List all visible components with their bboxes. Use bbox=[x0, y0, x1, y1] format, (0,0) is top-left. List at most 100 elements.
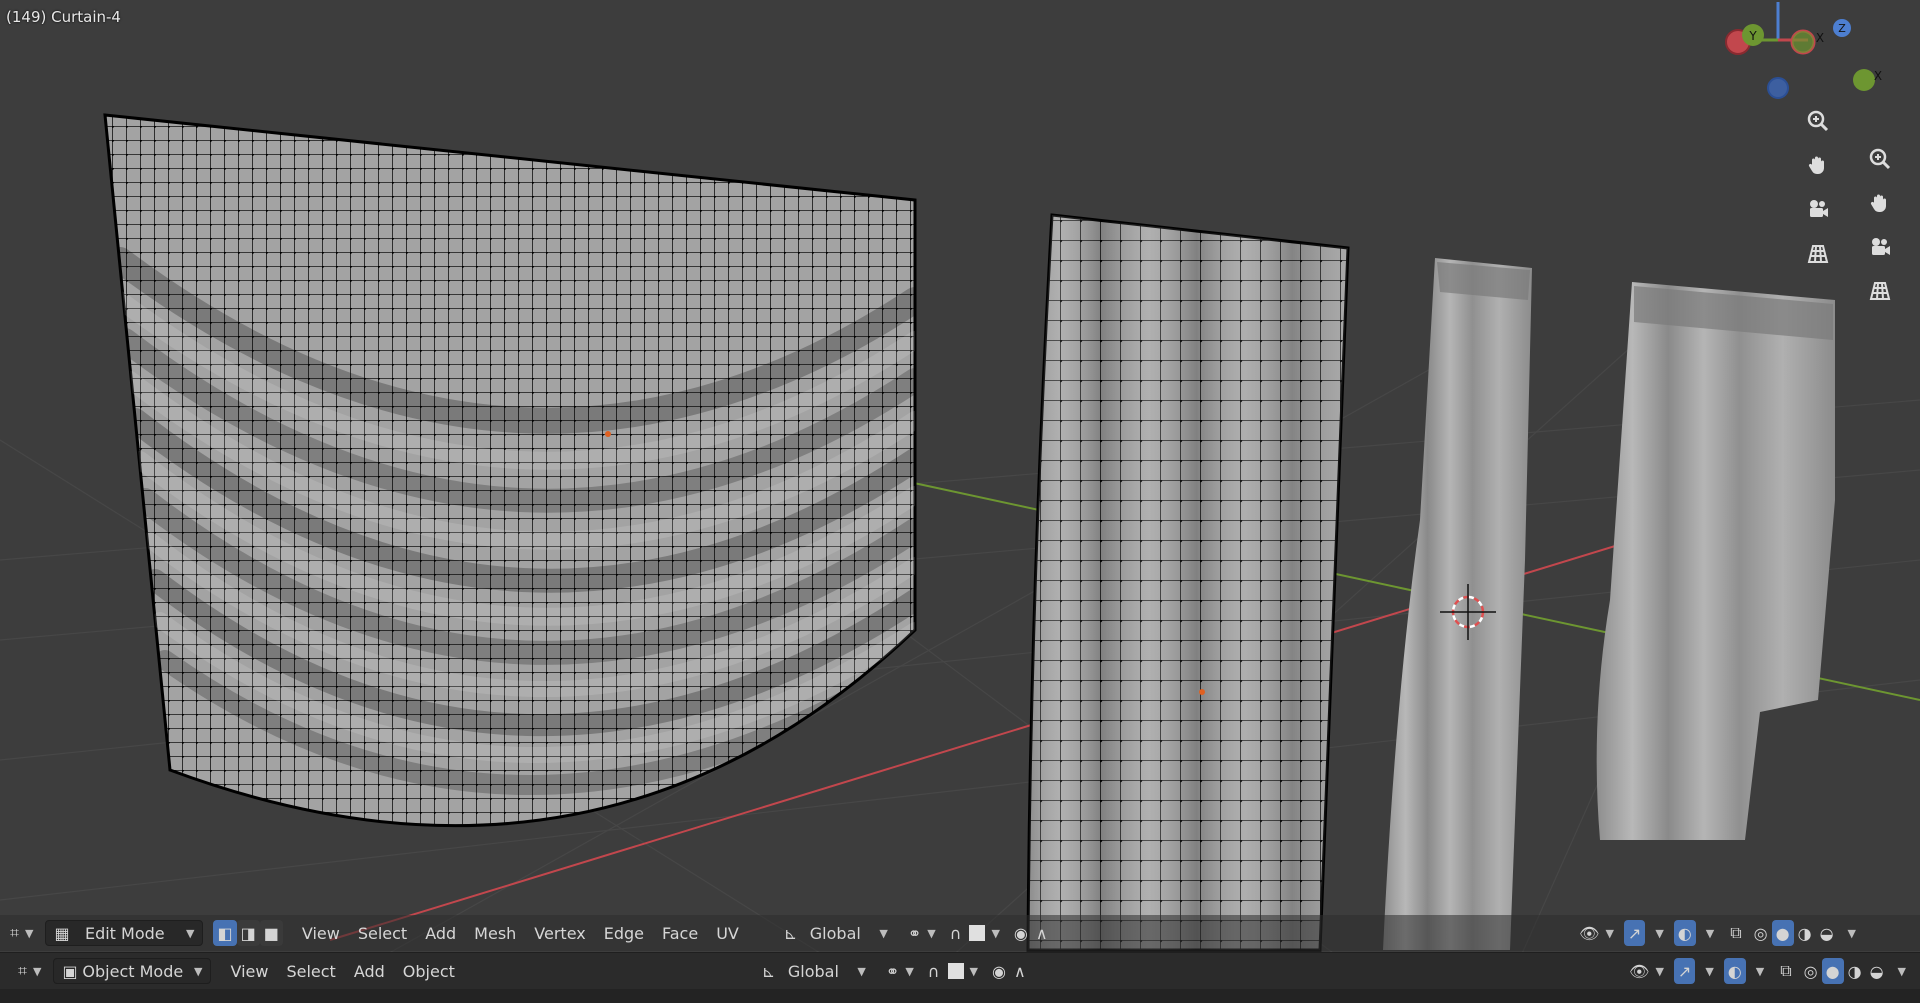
object-xray-toggle[interactable]: ⧉ bbox=[1776, 958, 1795, 984]
object-menu-select[interactable]: Select bbox=[277, 958, 344, 984]
curtain-swag-mesh[interactable] bbox=[103, 113, 917, 828]
object-gizmo-menu[interactable]: ▼ bbox=[1695, 958, 1717, 984]
edge-select-mode-button[interactable]: ◨ bbox=[236, 920, 260, 946]
chevron-down-icon: ▼ bbox=[1605, 926, 1614, 940]
viewport-canvas[interactable]: Y X X Z bbox=[0, 0, 1920, 1003]
navigation-gizmo[interactable]: Y X X Z bbox=[1725, 2, 1882, 99]
overlays-toggle[interactable]: ◐ bbox=[1673, 920, 1696, 946]
chevron-down-icon: ▼ bbox=[1705, 964, 1714, 978]
object-menu-view[interactable]: View bbox=[221, 958, 277, 984]
menu-uv[interactable]: UV bbox=[707, 920, 748, 946]
snap-toggle[interactable]: ∩ bbox=[946, 920, 966, 946]
edge-select-icon: ◨ bbox=[240, 923, 256, 943]
xray-icon: ⧉ bbox=[1730, 923, 1742, 942]
object-shading-material[interactable]: ◑ bbox=[1844, 958, 1866, 984]
chevron-down-icon: ▼ bbox=[186, 926, 195, 940]
vertex-select-mode-button[interactable]: ◧ bbox=[213, 920, 237, 946]
transform-orientation-select[interactable]: ⊾ Global ▼ bbox=[776, 920, 896, 946]
object-gizmo-toggle[interactable]: ↗ bbox=[1673, 958, 1696, 984]
falloff-curve-icon: ∧ bbox=[1035, 923, 1048, 943]
3d-viewport[interactable]: Y X X Z (149) Curtain-4 bbox=[0, 0, 1920, 1003]
chevron-down-icon: ▼ bbox=[857, 964, 866, 978]
snap-square-icon bbox=[947, 963, 964, 979]
object-falloff-button[interactable]: ∧ bbox=[1010, 958, 1030, 984]
curtain-hanging-mesh[interactable] bbox=[1020, 210, 1360, 960]
menu-mesh[interactable]: Mesh bbox=[465, 920, 525, 946]
gizmo-arrow-icon: ↗ bbox=[1627, 923, 1642, 943]
gizmo-menu[interactable]: ▼ bbox=[1645, 920, 1667, 946]
object-menu-object[interactable]: Object bbox=[394, 958, 464, 984]
chevron-down-icon: ▼ bbox=[991, 926, 1000, 940]
object-visibility-button[interactable]: 👁 ▼ bbox=[1625, 958, 1668, 984]
menu-add[interactable]: Add bbox=[416, 920, 465, 946]
object-snap-toggle[interactable]: ∩ bbox=[924, 958, 944, 984]
menu-vertex[interactable]: Vertex bbox=[525, 920, 594, 946]
chevron-down-icon: ▼ bbox=[927, 926, 936, 940]
xray-toggle[interactable]: ⧉ bbox=[1726, 920, 1745, 946]
menu-edge[interactable]: Edge bbox=[595, 920, 653, 946]
proportional-icon: ◉ bbox=[1013, 923, 1028, 943]
wireframe-sphere-icon: ◎ bbox=[1753, 923, 1768, 943]
proportional-edit-toggle[interactable]: ◉ bbox=[1010, 920, 1032, 946]
chevron-down-icon: ▼ bbox=[969, 964, 978, 978]
curtain-panel-solid[interactable] bbox=[1383, 258, 1532, 950]
material-sphere-icon: ◑ bbox=[1847, 961, 1862, 981]
object-overlays-toggle[interactable]: ◐ bbox=[1723, 958, 1746, 984]
face-select-icon: ■ bbox=[263, 923, 279, 943]
object-overlays-menu[interactable]: ▼ bbox=[1746, 958, 1768, 984]
link-icon: ⚭ bbox=[907, 923, 922, 943]
orientation-icon: ⊾ bbox=[761, 961, 776, 981]
shading-menu[interactable]: ▼ bbox=[1838, 920, 1860, 946]
camera-icon[interactable] bbox=[1801, 192, 1835, 226]
orientation-label: Global bbox=[809, 923, 861, 943]
object-shading-rendered[interactable]: ◒ bbox=[1866, 958, 1888, 984]
object-mode-select[interactable]: ▣ Object Mode ▼ bbox=[53, 958, 212, 984]
editor-type-icon: ⌗ bbox=[10, 923, 20, 942]
mode-select[interactable]: ▦ Edit Mode ▼ bbox=[45, 920, 204, 946]
object-menu-add[interactable]: Add bbox=[345, 958, 394, 984]
zoom-icon-secondary[interactable] bbox=[1863, 142, 1897, 176]
overlays-menu[interactable]: ▼ bbox=[1696, 920, 1718, 946]
falloff-button[interactable]: ∧ bbox=[1032, 920, 1052, 946]
gizmo-toggle[interactable]: ↗ bbox=[1623, 920, 1646, 946]
pan-hand-icon[interactable] bbox=[1801, 148, 1835, 182]
object-shading-menu[interactable]: ▼ bbox=[1888, 958, 1910, 984]
grid-icon-secondary[interactable] bbox=[1863, 274, 1897, 308]
object-mode-header: ⌗ ▼ ▣ Object Mode ▼ View Select Add Objec… bbox=[0, 952, 1920, 989]
camera-icon-secondary[interactable] bbox=[1863, 230, 1897, 264]
menu-select[interactable]: Select bbox=[349, 920, 416, 946]
edit-mode-icon: ▦ bbox=[54, 923, 70, 943]
editor-type-button[interactable]: ⌗ ▼ bbox=[6, 920, 37, 946]
eye-icon: 👁 bbox=[1579, 923, 1600, 943]
shading-wireframe[interactable]: ◎ bbox=[1750, 920, 1772, 946]
object-transform-orientation-select[interactable]: ⊾ Global ▼ bbox=[754, 958, 874, 984]
pivot-point-button[interactable]: ⚭ ▼ bbox=[904, 920, 940, 946]
object-mode-label: Object Mode bbox=[82, 961, 184, 981]
shading-solid[interactable]: ● bbox=[1771, 920, 1794, 946]
curtain-double-solid[interactable] bbox=[1596, 282, 1835, 840]
object-pivot-point-button[interactable]: ⚭ ▼ bbox=[882, 958, 918, 984]
menu-face[interactable]: Face bbox=[653, 920, 707, 946]
gizmo-x-label: X bbox=[1816, 31, 1824, 45]
chevron-down-icon: ▼ bbox=[1897, 964, 1906, 978]
gizmo-arrow-icon: ↗ bbox=[1677, 961, 1692, 981]
object-snap-target-button[interactable]: ▼ bbox=[944, 958, 982, 984]
pan-hand-icon-secondary[interactable] bbox=[1863, 186, 1897, 220]
object-proportional-edit-toggle[interactable]: ◉ bbox=[988, 958, 1010, 984]
shading-rendered[interactable]: ◒ bbox=[1816, 920, 1838, 946]
snap-target-button[interactable]: ▼ bbox=[965, 920, 1003, 946]
proportional-icon: ◉ bbox=[991, 961, 1006, 981]
zoom-icon[interactable] bbox=[1801, 104, 1835, 138]
visibility-button[interactable]: 👁 ▼ bbox=[1575, 920, 1618, 946]
overlays-icon: ◐ bbox=[1727, 961, 1742, 981]
shading-material[interactable]: ◑ bbox=[1794, 920, 1816, 946]
chevron-down-icon: ▼ bbox=[25, 926, 34, 940]
solid-sphere-icon: ● bbox=[1775, 923, 1790, 943]
object-shading-wireframe[interactable]: ◎ bbox=[1800, 958, 1822, 984]
menu-view[interactable]: View bbox=[293, 920, 349, 946]
grid-icon[interactable] bbox=[1801, 237, 1835, 271]
solid-sphere-icon: ● bbox=[1825, 961, 1840, 981]
object-shading-solid[interactable]: ● bbox=[1821, 958, 1844, 984]
editor-type-button-secondary[interactable]: ⌗ ▼ bbox=[14, 958, 45, 984]
face-select-mode-button[interactable]: ■ bbox=[259, 920, 283, 946]
